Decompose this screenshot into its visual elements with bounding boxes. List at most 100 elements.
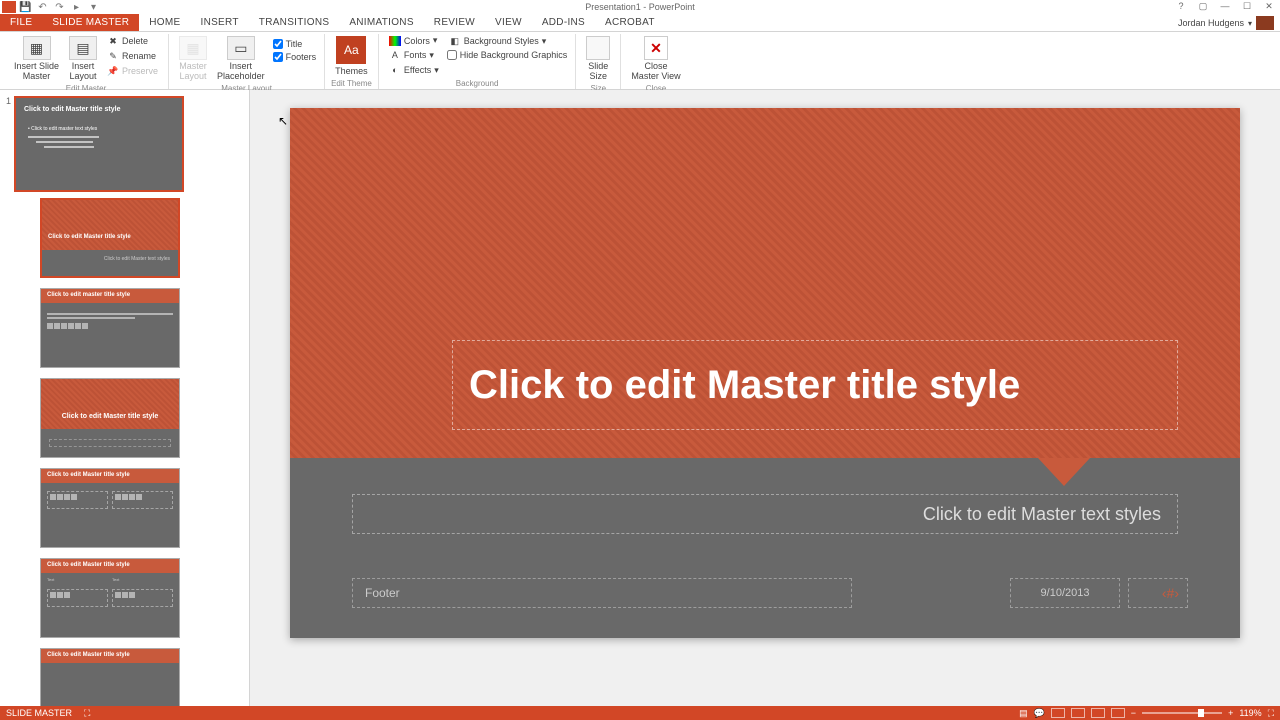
delete-icon: ✖: [107, 35, 119, 47]
slideshow-view-icon[interactable]: [1111, 708, 1125, 718]
zoom-in-button[interactable]: +: [1228, 708, 1233, 718]
status-bar: SLIDE MASTER ⛶ ▤ 💬 − + 119% ⛶: [0, 706, 1280, 720]
master-layout-button[interactable]: ▦ Master Layout: [175, 34, 211, 84]
title-bar: 💾 ↶ ↷ ▸ ▾ Presentation1 - PowerPoint ? ▢…: [0, 0, 1280, 14]
reading-view-icon[interactable]: [1091, 708, 1105, 718]
comments-button[interactable]: 💬: [1034, 708, 1045, 719]
themes-icon: Aa: [336, 36, 366, 64]
notes-button[interactable]: ▤: [1019, 708, 1028, 719]
background-styles-button[interactable]: ◧Background Styles ▾: [445, 34, 570, 48]
layout-thumbnail[interactable]: Click to edit Master title style: [40, 648, 180, 706]
ribbon-tabs: FILE SLIDE MASTER HOME INSERT TRANSITION…: [0, 14, 1280, 32]
fit-to-window-icon[interactable]: ⛶: [1268, 708, 1274, 719]
preserve-button[interactable]: 📌Preserve: [103, 64, 162, 78]
layout-thumbnail[interactable]: Click to edit Master title style: [40, 468, 180, 548]
slide-master-canvas[interactable]: Click to edit Master title style Click t…: [290, 108, 1240, 638]
undo-icon[interactable]: ↶: [35, 1, 50, 13]
tab-view[interactable]: VIEW: [485, 14, 532, 31]
themes-button[interactable]: Aa Themes: [331, 34, 372, 78]
layout-thumbnail[interactable]: Click to edit Master title style Click t…: [40, 198, 180, 278]
rename-icon: ✎: [107, 50, 119, 62]
insert-slide-master-button[interactable]: ▦ Insert Slide Master: [10, 34, 63, 84]
status-lang-icon[interactable]: ⛶: [84, 708, 90, 719]
fonts-icon: A: [389, 49, 401, 61]
tab-animations[interactable]: ANIMATIONS: [339, 14, 423, 31]
date-placeholder[interactable]: 9/10/2013: [1010, 578, 1120, 608]
start-from-beginning-icon[interactable]: ▸: [69, 1, 84, 13]
workspace: 1 Click to edit Master title style • Cli…: [0, 90, 1280, 706]
zoom-out-button[interactable]: −: [1131, 708, 1136, 718]
master-layout-icon: ▦: [179, 36, 207, 60]
subtitle-placeholder-text: Click to edit Master text styles: [923, 504, 1161, 525]
slide-sorter-icon[interactable]: [1071, 708, 1085, 718]
insert-slide-master-icon: ▦: [23, 36, 51, 60]
tab-acrobat[interactable]: ACROBAT: [595, 14, 665, 31]
footer-placeholder[interactable]: Footer: [352, 578, 852, 608]
save-icon[interactable]: 💾: [18, 1, 33, 13]
minimize-icon[interactable]: —: [1216, 1, 1234, 13]
layout-thumbnail[interactable]: Click to edit Master title style Text Te…: [40, 558, 180, 638]
slide-number-placeholder[interactable]: ‹#›: [1128, 578, 1188, 608]
tab-slide-master[interactable]: SLIDE MASTER: [42, 14, 139, 31]
layout-thumbnail-list: Click to edit Master title style Click t…: [40, 198, 245, 706]
zoom-slider[interactable]: [1142, 712, 1222, 714]
close-master-view-button[interactable]: ✕ Close Master View: [627, 34, 684, 84]
maximize-icon[interactable]: ☐: [1238, 1, 1256, 13]
ribbon-group-edit-master: ▦ Insert Slide Master ▤ Insert Layout ✖D…: [4, 34, 169, 89]
user-name: Jordan Hudgens: [1178, 18, 1244, 28]
slide-size-button[interactable]: Slide Size: [582, 34, 614, 84]
bg-styles-icon: ◧: [449, 35, 461, 47]
title-placeholder-text: Click to edit Master title style: [469, 363, 1020, 408]
effects-button[interactable]: ◐Effects ▾: [385, 63, 443, 77]
quick-access-toolbar: 💾 ↶ ↷ ▸ ▾: [2, 1, 101, 13]
layout-thumbnail[interactable]: Click to edit master title style: [40, 288, 180, 368]
footers-checkbox[interactable]: Footers: [271, 51, 319, 63]
master-number: 1: [6, 96, 11, 106]
group-label-edit-theme: Edit Theme: [331, 79, 372, 89]
close-icon: ✕: [644, 36, 668, 60]
normal-view-icon[interactable]: [1051, 708, 1065, 718]
ribbon-group-size: Slide Size Size: [576, 34, 621, 89]
tab-transitions[interactable]: TRANSITIONS: [249, 14, 340, 31]
effects-icon: ◐: [389, 64, 401, 76]
insert-layout-button[interactable]: ▤ Insert Layout: [65, 34, 101, 84]
window-title: Presentation1 - PowerPoint: [585, 2, 695, 12]
tab-addins[interactable]: ADD-INS: [532, 14, 595, 31]
slide-canvas-area[interactable]: Click to edit Master title style Click t…: [250, 90, 1280, 706]
colors-button[interactable]: Colors ▾: [385, 34, 443, 47]
colors-icon: [389, 36, 401, 46]
tab-home[interactable]: HOME: [139, 14, 190, 31]
hide-bg-checkbox[interactable]: Hide Background Graphics: [445, 49, 570, 61]
fonts-button[interactable]: AFonts ▾: [385, 48, 443, 62]
delete-button[interactable]: ✖Delete: [103, 34, 162, 48]
layout-thumbnail[interactable]: Click to edit Master title style: [40, 378, 180, 458]
qat-customize-icon[interactable]: ▾: [86, 1, 101, 13]
slide-master-thumbnail-pane[interactable]: 1 Click to edit Master title style • Cli…: [0, 90, 250, 706]
subtitle-placeholder[interactable]: Click to edit Master text styles: [352, 494, 1178, 534]
ribbon: ▦ Insert Slide Master ▤ Insert Layout ✖D…: [0, 32, 1280, 90]
tab-insert[interactable]: INSERT: [190, 14, 248, 31]
master-thumbnail[interactable]: 1 Click to edit Master title style • Cli…: [14, 96, 245, 192]
ribbon-display-icon[interactable]: ▢: [1194, 1, 1212, 13]
insert-placeholder-icon: ▭: [227, 36, 255, 60]
user-avatar: [1256, 16, 1274, 30]
insert-placeholder-button[interactable]: ▭ Insert Placeholder: [213, 34, 269, 84]
title-placeholder[interactable]: Click to edit Master title style: [452, 340, 1178, 430]
help-icon[interactable]: ?: [1172, 1, 1190, 13]
preserve-icon: 📌: [107, 65, 119, 77]
redo-icon[interactable]: ↷: [52, 1, 67, 13]
ribbon-group-background: Colors ▾ AFonts ▾ ◐Effects ▾ ◧Background…: [379, 34, 576, 89]
group-label-background: Background: [385, 79, 569, 89]
rename-button[interactable]: ✎Rename: [103, 49, 162, 63]
slide-size-icon: [586, 36, 610, 60]
user-account[interactable]: Jordan Hudgens ▾: [1178, 16, 1274, 30]
powerpoint-icon: [2, 1, 16, 13]
user-dropdown-icon: ▾: [1248, 19, 1252, 28]
close-window-icon[interactable]: ✕: [1260, 1, 1278, 13]
callout-pointer-icon: [1038, 458, 1090, 486]
ribbon-group-edit-theme: Aa Themes Edit Theme: [325, 34, 379, 89]
zoom-level[interactable]: 119%: [1239, 708, 1261, 718]
title-checkbox[interactable]: Title: [271, 38, 319, 50]
tab-review[interactable]: REVIEW: [424, 14, 485, 31]
tab-file[interactable]: FILE: [0, 14, 42, 31]
